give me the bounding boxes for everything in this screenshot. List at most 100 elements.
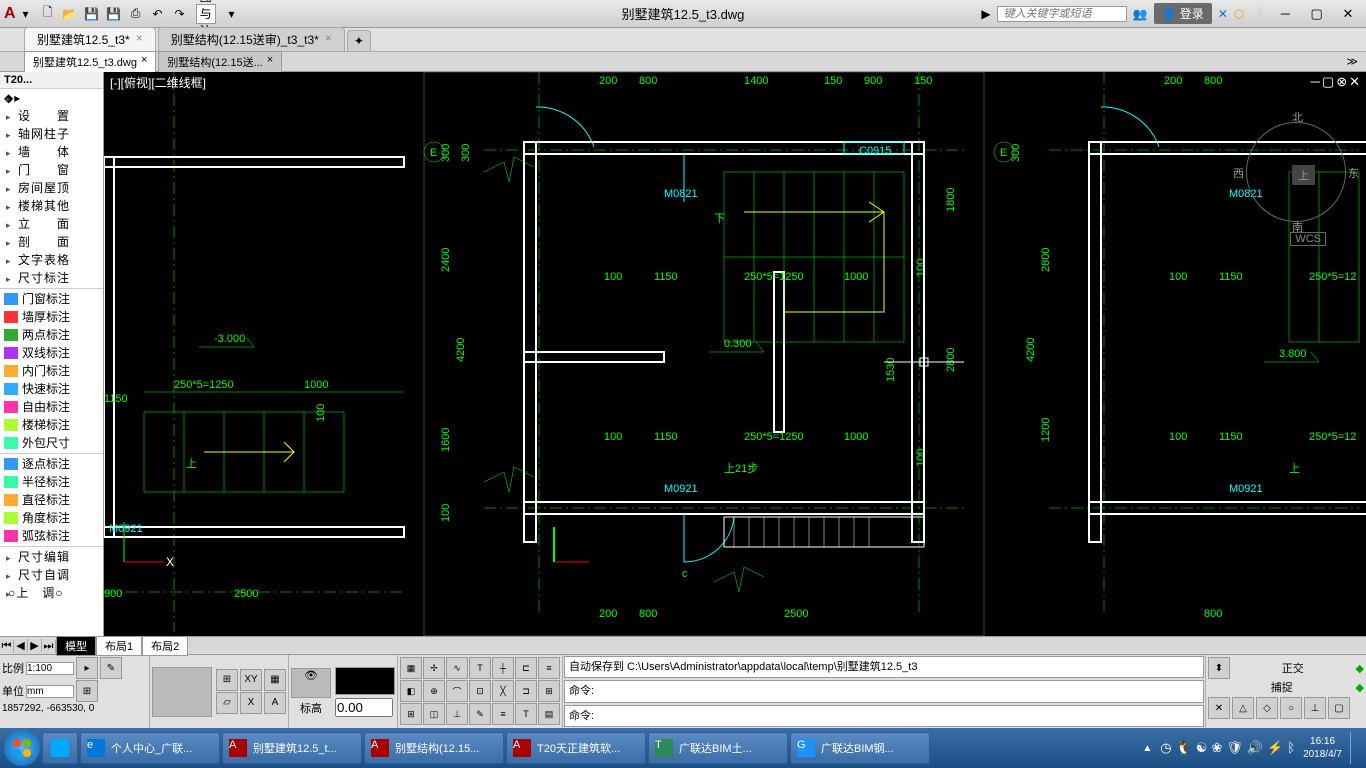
new-tab-button[interactable]: ✦	[347, 30, 371, 51]
ortho-on-icon[interactable]: ◆	[1356, 662, 1364, 675]
layout-tab-model[interactable]: 模型	[56, 636, 96, 656]
tray-icon[interactable]: ⚡	[1267, 740, 1283, 756]
level-icon[interactable]: 👁	[291, 668, 331, 698]
undo-icon[interactable]: ↶	[148, 4, 168, 24]
scale-input[interactable]	[26, 662, 74, 675]
vp-minimize-icon[interactable]: ─	[1311, 74, 1320, 90]
t20-tool[interactable]: 楼梯标注	[0, 416, 103, 434]
taskbar-pinned[interactable]	[42, 732, 78, 764]
search-go-icon[interactable]: ▶	[981, 7, 990, 21]
taskbar-item[interactable]: AT20天正建筑软...	[506, 732, 646, 764]
t20-expand-icon[interactable]: ◆▸	[0, 89, 103, 107]
scale-btn[interactable]: ▸	[76, 657, 98, 679]
open-icon[interactable]: 📂	[60, 4, 80, 24]
vp-navwheel-icon[interactable]: ⊗	[1336, 74, 1347, 90]
tool-grid-btn[interactable]: ⊏	[515, 657, 537, 679]
tool-grid-btn[interactable]: ◧	[400, 680, 422, 702]
app-logo[interactable]: A	[4, 5, 16, 23]
unit-input[interactable]	[26, 685, 74, 698]
community-icon[interactable]: 👥	[1133, 7, 1148, 21]
close-filetab-icon[interactable]: ×	[267, 54, 273, 70]
osnap-btn[interactable]: ○	[1280, 697, 1302, 719]
maximize-icon[interactable]: ▢	[1303, 6, 1331, 22]
t20-tool[interactable]: 两点标注	[0, 326, 103, 344]
t20-tool[interactable]: 逐点标注	[0, 455, 103, 473]
clean-screen-button[interactable]: ▢	[1328, 697, 1350, 719]
t20-item[interactable]: 设 置	[0, 107, 103, 125]
tool-grid-btn[interactable]: ⊞	[400, 703, 422, 725]
t20-item[interactable]: 尺寸标注	[0, 269, 103, 287]
unit-btn[interactable]: ⊞	[76, 680, 98, 702]
vp-maximize-icon[interactable]: ▢	[1322, 74, 1334, 90]
file-tab-1[interactable]: 别墅结构(12.15送... ×	[158, 51, 282, 73]
tray-icon[interactable]: ☯	[1196, 740, 1208, 756]
doc-tab-1[interactable]: 别墅结构(12.15送审)_t3_t3* ×	[158, 27, 345, 51]
command-input[interactable]	[594, 707, 1199, 725]
menu-app-icon[interactable]: ▾	[16, 4, 36, 24]
tool-grid-btn[interactable]: ┼	[492, 657, 514, 679]
t20-tool[interactable]: 门窗标注	[0, 290, 103, 308]
t20-tool[interactable]: 墙厚标注	[0, 308, 103, 326]
tool-grid-btn[interactable]: ✢	[423, 657, 445, 679]
t20-tool[interactable]: 外包尺寸	[0, 434, 103, 452]
tool-grid-btn[interactable]: ∿	[446, 657, 468, 679]
t20-tool[interactable]: 角度标注	[0, 509, 103, 527]
cloud-icon[interactable]: ⬡	[1234, 7, 1244, 21]
osnap-btn[interactable]: ✕	[1208, 697, 1230, 719]
dropdown-arrow-icon[interactable]: ▾	[222, 4, 242, 24]
tool-btn[interactable]: ▱	[216, 692, 238, 714]
t20-item[interactable]: 尺寸编辑	[0, 548, 103, 566]
help-icon[interactable]: ❔	[1250, 7, 1265, 21]
wcs-label[interactable]: WCS	[1290, 232, 1326, 246]
t20-item[interactable]: 墙 体	[0, 143, 103, 161]
drawing-viewport[interactable]: [-][俯视][二维线框] ─ ▢ ⊗ ✕ 北 南 东 西 上 WCS .wal…	[104, 72, 1366, 636]
t20-tool[interactable]: 双线标注	[0, 344, 103, 362]
t20-tool[interactable]: 弧弦标注	[0, 527, 103, 545]
tool-grid-btn[interactable]: ▤	[538, 703, 560, 725]
t20-tool[interactable]: 直径标注	[0, 491, 103, 509]
layout-tab-1[interactable]: 布局1	[96, 636, 142, 656]
taskbar-item[interactable]: G广联达BIM钢...	[790, 732, 930, 764]
osnap-btn[interactable]: ◇	[1256, 697, 1278, 719]
tool-btn[interactable]: X	[240, 692, 262, 714]
tool-grid-btn[interactable]: ⊕	[423, 680, 445, 702]
view-label[interactable]: [-][俯视][二维线框]	[110, 74, 206, 91]
tray-icon[interactable]: ◷	[1160, 740, 1171, 756]
taskbar-item[interactable]: T广联达BIM土...	[648, 732, 788, 764]
osnap-btn[interactable]: △	[1232, 697, 1254, 719]
snap-on-icon[interactable]: ◆	[1356, 681, 1364, 694]
taskbar-item[interactable]: A别墅结构(12.15...	[364, 732, 504, 764]
workspace-dropdown[interactable]: 草图与注释	[196, 4, 216, 24]
t20-tool[interactable]: 半径标注	[0, 473, 103, 491]
tool-grid-btn[interactable]: ⊡	[469, 680, 491, 702]
tray-icon[interactable]: ᛒ	[1287, 740, 1295, 756]
layout-nav[interactable]: ⏮◀▶⏭	[0, 639, 56, 653]
tool-grid-btn[interactable]: ≡	[538, 657, 560, 679]
close-filetab-icon[interactable]: ×	[141, 54, 147, 70]
filetab-arrows[interactable]: ≫	[1346, 55, 1358, 68]
tool-grid-btn[interactable]: ◫	[423, 703, 445, 725]
new-icon[interactable]: 🗋	[38, 4, 58, 24]
tool-grid-btn[interactable]: ⊥	[446, 703, 468, 725]
search-input[interactable]	[997, 6, 1127, 22]
show-desktop-button[interactable]	[1350, 732, 1358, 764]
exchange-icon[interactable]: ✕	[1218, 7, 1228, 21]
tray-icon[interactable]: 🔊	[1247, 740, 1263, 756]
taskbar-item[interactable]: A别墅建筑12.5_t...	[222, 732, 362, 764]
tray-icon[interactable]: ❀	[1211, 740, 1222, 756]
print-icon[interactable]: ⎙	[126, 4, 146, 24]
cmd-expand-button[interactable]: ⬍	[1208, 657, 1230, 679]
tool-grid-btn[interactable]: ⌒	[446, 680, 468, 702]
t20-item[interactable]: 轴网柱子	[0, 125, 103, 143]
clock[interactable]: 16:16 2018/4/7	[1303, 735, 1342, 761]
tool-btn[interactable]: A	[264, 692, 286, 714]
tool-grid-btn[interactable]: T	[469, 657, 491, 679]
t20-item[interactable]: 文字表格	[0, 251, 103, 269]
tool-grid-btn[interactable]: ╳	[492, 680, 514, 702]
minimize-icon[interactable]: ─	[1271, 6, 1299, 21]
close-icon[interactable]: ✕	[1334, 6, 1362, 22]
level-input[interactable]	[335, 698, 393, 717]
t20-item[interactable]: 房间屋顶	[0, 179, 103, 197]
tool-btn[interactable]: ⊞	[216, 669, 238, 691]
doc-tab-0[interactable]: 别墅建筑12.5_t3* ×	[24, 27, 156, 51]
